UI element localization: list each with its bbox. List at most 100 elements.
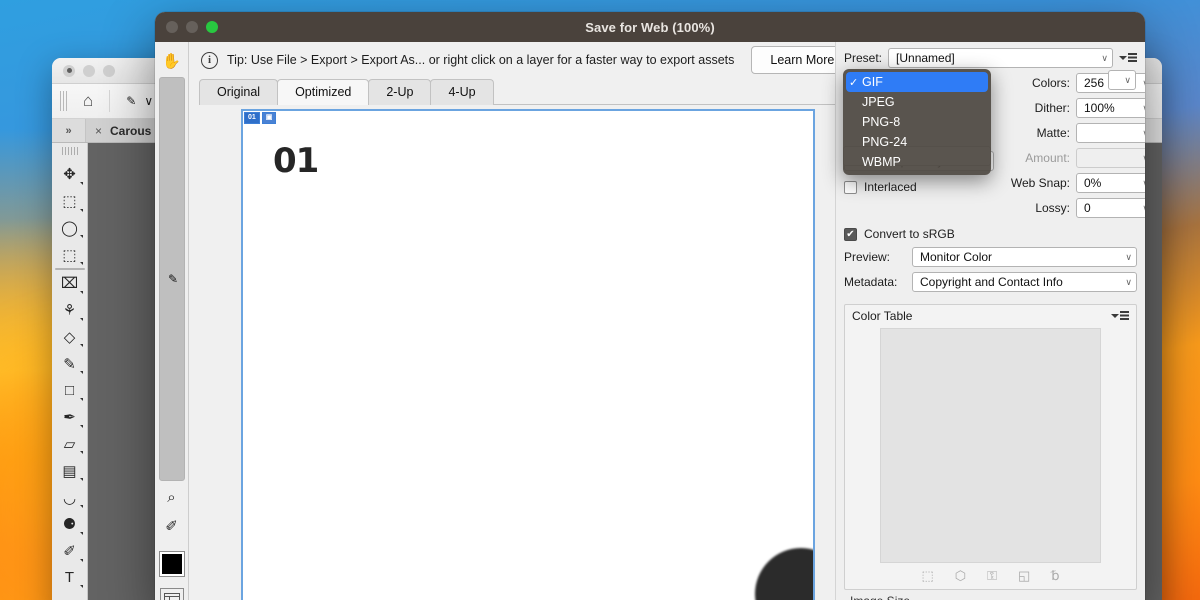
hand-tool[interactable]: ✋ bbox=[159, 48, 185, 74]
dialog-main: ✋ ✎ ⌕ ✐ i Tip: Use File > Export > Expor… bbox=[155, 42, 1145, 600]
slice-badge[interactable]: 01 ▣ bbox=[243, 111, 277, 125]
gradient-tool[interactable]: ▤ bbox=[55, 457, 85, 484]
matte-row: Matte: ∨ bbox=[1004, 123, 1145, 143]
hamburger-icon bbox=[1128, 53, 1137, 63]
crop-tool[interactable]: ⌧ bbox=[55, 270, 85, 297]
slice-select-tool[interactable]: ✎ bbox=[158, 77, 185, 481]
type-tool[interactable]: T bbox=[55, 565, 85, 592]
quick-selection-tool[interactable]: ⬚ bbox=[55, 241, 85, 268]
web-snap-select[interactable]: 0% ∨ bbox=[1076, 173, 1145, 193]
preview-select[interactable]: Monitor Color ∨ bbox=[912, 247, 1137, 267]
expand-panels-button[interactable]: » bbox=[52, 119, 86, 142]
dropdown-option-gif[interactable]: ✓ GIF bbox=[846, 72, 988, 92]
tab-4-up[interactable]: 4-Up bbox=[430, 79, 494, 105]
brush-tool[interactable]: ✎ bbox=[55, 350, 85, 377]
dither-row: Dither: 100% ∨ bbox=[1004, 98, 1145, 118]
slice-number-label: 01 bbox=[244, 112, 260, 124]
artwork-number-label: 01 bbox=[273, 141, 319, 181]
toggle-slices-visibility-button[interactable] bbox=[159, 588, 184, 600]
options-divider bbox=[109, 90, 111, 112]
interlaced-checkbox[interactable] bbox=[844, 180, 857, 194]
chevron-down-icon[interactable]: ∨ bbox=[144, 94, 153, 108]
tab-original[interactable]: Original bbox=[199, 79, 279, 105]
matte-select[interactable]: ∨ bbox=[1076, 123, 1145, 143]
ps-minimize-button[interactable] bbox=[83, 64, 95, 77]
tip-bar: i Tip: Use File > Export > Export As... … bbox=[189, 42, 854, 78]
snap-to-web-palette-icon[interactable]: ⬚ bbox=[921, 568, 933, 584]
close-button[interactable] bbox=[166, 21, 178, 33]
lossy-select[interactable]: 0 ∨ bbox=[1076, 198, 1145, 218]
preset-label: Preset: bbox=[844, 51, 883, 65]
dialog-title: Save for Web (100%) bbox=[585, 19, 715, 35]
chevron-down-icon: ∨ bbox=[1137, 78, 1145, 89]
matte-label: Matte: bbox=[1036, 126, 1070, 140]
color-table-header: Color Table bbox=[845, 305, 1136, 325]
chevron-down-icon: ∨ bbox=[1137, 103, 1145, 114]
home-icon[interactable]: ⌂ bbox=[77, 91, 99, 111]
direct-selection-tool[interactable]: ◢ bbox=[55, 591, 85, 600]
foreground-color-swatch[interactable] bbox=[159, 552, 184, 576]
lossy-label: Lossy: bbox=[1035, 201, 1070, 215]
active-tool-preset[interactable]: ✎ ∨ bbox=[120, 94, 159, 108]
artwork-shape bbox=[755, 548, 813, 600]
new-color-icon[interactable]: ◱ bbox=[1018, 568, 1030, 584]
dropdown-option-wbmp[interactable]: WBMP bbox=[843, 152, 991, 172]
triangle-icon bbox=[1111, 314, 1119, 318]
minimize-button[interactable] bbox=[186, 21, 198, 33]
close-icon[interactable]: × bbox=[95, 124, 102, 138]
chevron-down-icon: ∨ bbox=[1125, 276, 1132, 287]
eyedropper-tool[interactable]: ⚘ bbox=[55, 297, 85, 324]
zoom-tool[interactable]: ⌕ bbox=[159, 484, 185, 510]
preset-row: Preset: [Unnamed] ∨ bbox=[844, 48, 1137, 68]
slices-icon bbox=[163, 592, 180, 600]
preset-format-dropdown-menu[interactable]: ✓ GIF JPEG PNG-8 PNG-24 WBMP bbox=[843, 69, 991, 175]
lasso-tool[interactable]: ◯ bbox=[55, 215, 85, 242]
patch-tool[interactable]: ◇ bbox=[55, 324, 85, 351]
delete-color-icon[interactable]: ␢ bbox=[1051, 568, 1059, 584]
eraser-tool[interactable]: ▱ bbox=[55, 431, 85, 458]
dropdown-option-label: JPEG bbox=[862, 95, 895, 109]
clone-stamp-tool[interactable]: □ bbox=[55, 377, 85, 404]
preview-canvas[interactable]: 01 ▣ 01 bbox=[241, 109, 815, 600]
ps-maximize-button[interactable] bbox=[103, 64, 115, 77]
tab-2-up[interactable]: 2-Up bbox=[368, 79, 432, 105]
preset-value: [Unnamed] bbox=[896, 51, 955, 65]
panel-menu-button[interactable] bbox=[1119, 51, 1137, 65]
dither-select[interactable]: 100% ∨ bbox=[1076, 98, 1145, 118]
amount-row: Amount: ∨ bbox=[1004, 148, 1145, 168]
tip-text: Tip: Use File > Export > Export As... or… bbox=[227, 53, 735, 67]
options-bar-grip[interactable] bbox=[60, 91, 67, 111]
path-selection-tool[interactable]: ✐ bbox=[55, 538, 85, 565]
maximize-button[interactable] bbox=[206, 21, 218, 33]
web-snap-value: 0% bbox=[1084, 176, 1102, 190]
color-table-menu-button[interactable] bbox=[1111, 309, 1129, 323]
preview-canvas-wrap[interactable]: 01 ▣ 01 bbox=[189, 105, 835, 600]
toolbar-grip[interactable] bbox=[61, 147, 78, 156]
blur-tool[interactable]: ◡ bbox=[55, 484, 85, 511]
dropdown-option-png-24[interactable]: PNG-24 bbox=[843, 132, 991, 152]
slice-symbol-icon: ▣ bbox=[261, 112, 277, 124]
move-tool[interactable]: ✥ bbox=[55, 161, 85, 188]
metadata-select[interactable]: Copyright and Contact Info ∨ bbox=[912, 272, 1137, 292]
image-size-panel-title[interactable]: Image Size bbox=[844, 590, 1137, 600]
dropdown-option-jpeg[interactable]: JPEG bbox=[843, 92, 991, 112]
format-options-select-occluded[interactable]: ∨ bbox=[1108, 70, 1136, 90]
chevron-down-icon: ∨ bbox=[1137, 128, 1145, 139]
convert-to-srgb-checkbox[interactable]: ✔ bbox=[844, 227, 857, 241]
color-table-swatch-grid[interactable] bbox=[880, 328, 1101, 563]
preset-select[interactable]: [Unnamed] ∨ bbox=[888, 48, 1113, 68]
dialog-center-column: i Tip: Use File > Export > Export As... … bbox=[189, 42, 854, 600]
transparency-icon[interactable]: ⬡ bbox=[955, 568, 966, 584]
tab-optimized[interactable]: Optimized bbox=[277, 79, 370, 105]
eyedropper-tool[interactable]: ✐ bbox=[159, 513, 185, 539]
ps-close-button[interactable] bbox=[63, 64, 75, 77]
lock-color-icon[interactable]: ⚿ bbox=[987, 568, 997, 584]
dodge-tool[interactable]: ⚈ bbox=[55, 511, 85, 538]
history-brush-tool[interactable]: ✒ bbox=[55, 404, 85, 431]
dropdown-option-png-8[interactable]: PNG-8 bbox=[843, 112, 991, 132]
document-tab-carousel[interactable]: × Carous bbox=[86, 119, 164, 142]
save-for-web-dialog[interactable]: Save for Web (100%) ✋ ✎ ⌕ ✐ i Tip: Use F… bbox=[155, 12, 1145, 600]
marquee-tool[interactable]: ⬚ bbox=[55, 188, 85, 215]
hamburger-icon bbox=[1120, 311, 1129, 321]
color-table-toolbar: ⬚ ⬡ ⚿ ◱ ␢ bbox=[845, 563, 1136, 589]
